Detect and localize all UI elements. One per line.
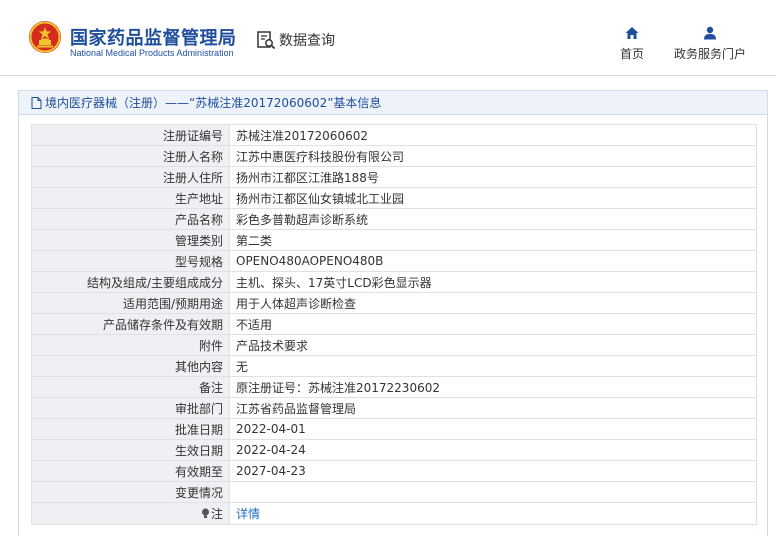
detail-panel: 境内医疗器械（注册）——“苏械注准20172060602”基本信息 注册证编号苏… <box>18 90 768 536</box>
row-label: 生产地址 <box>31 187 230 209</box>
table-row: 管理类别 第二类 <box>31 229 757 251</box>
row-value: 主机、探头、17英寸LCD彩色显示器 <box>229 271 757 293</box>
row-label: 注册证编号 <box>31 124 230 146</box>
row-value <box>229 481 757 503</box>
table-row: 批准日期 2022-04-01 <box>31 418 757 440</box>
row-label: 产品储存条件及有效期 <box>31 313 230 335</box>
panel-title-text: 境内医疗器械（注册）——“苏械注准20172060602”基本信息 <box>45 96 382 110</box>
table-row: 生产地址 扬州市江都区仙女镇城北工业园 <box>31 187 757 209</box>
row-value: 原注册证号：苏械注准20172230602 <box>229 376 757 398</box>
table-row: 注册人名称 江苏中惠医疗科技股份有限公司 <box>31 145 757 167</box>
row-label: 其他内容 <box>31 355 230 377</box>
row-value: OPENO480AOPENO480B <box>229 250 757 272</box>
row-label: 注册人住所 <box>31 166 230 188</box>
table-row: 生效日期 2022-04-24 <box>31 439 757 461</box>
row-label: 有效期至 <box>31 460 230 482</box>
row-label: 审批部门 <box>31 397 230 419</box>
site-header: 国家药品监督管理局 National Medical Products Admi… <box>0 0 776 76</box>
note-row: 注 详情 <box>31 502 757 525</box>
lightbulb-icon <box>201 508 209 518</box>
row-label: 产品名称 <box>31 208 230 230</box>
user-icon <box>704 26 716 40</box>
row-value: 江苏中惠医疗科技股份有限公司 <box>229 145 757 167</box>
row-value: 不适用 <box>229 313 757 335</box>
row-label: 型号规格 <box>31 250 230 272</box>
table-row: 产品名称 彩色多普勒超声诊断系统 <box>31 208 757 230</box>
nav-home[interactable]: 首页 <box>614 26 650 62</box>
nav-gov-service-label: 政务服务门户 <box>673 47 746 61</box>
row-value: 彩色多普勒超声诊断系统 <box>229 208 757 230</box>
table-row: 附件 产品技术要求 <box>31 334 757 356</box>
table-row: 审批部门 江苏省药品监督管理局 <box>31 397 757 419</box>
row-value: 江苏省药品监督管理局 <box>229 397 757 419</box>
row-value: 扬州市江都区仙女镇城北工业园 <box>229 187 757 209</box>
row-label: 结构及组成/主要组成成分 <box>31 271 230 293</box>
row-label: 变更情况 <box>31 481 230 503</box>
row-value: 第二类 <box>229 229 757 251</box>
row-label: 管理类别 <box>31 229 230 251</box>
row-value: 用于人体超声诊断检查 <box>229 292 757 314</box>
table-row: 注册证编号 苏械注准20172060602 <box>31 124 757 146</box>
document-icon <box>31 96 42 109</box>
table-row: 变更情况 <box>31 481 757 503</box>
row-value: 2022-04-01 <box>229 418 757 440</box>
details-link[interactable]: 详情 <box>236 507 260 521</box>
nav-gov-service[interactable]: 政务服务门户 <box>668 26 752 62</box>
data-query-label: 数据查询 <box>279 33 335 49</box>
table-row: 有效期至 2027-04-23 <box>31 460 757 482</box>
row-label: 附件 <box>31 334 230 356</box>
national-emblem-icon <box>29 21 61 53</box>
brand-name-en: National Medical Products Administration <box>70 48 234 58</box>
brand-name-cn: 国家药品监督管理局 <box>70 28 237 49</box>
note-label-cell: 注 <box>31 502 230 525</box>
row-value: 苏械注准20172060602 <box>229 124 757 146</box>
table-row: 注册人住所 扬州市江都区江淮路188号 <box>31 166 757 188</box>
row-value: 扬州市江都区江淮路188号 <box>229 166 757 188</box>
row-label: 备注 <box>31 376 230 398</box>
note-value-cell: 详情 <box>229 502 757 525</box>
data-query-link[interactable]: 数据查询 <box>256 30 335 50</box>
row-value: 2022-04-24 <box>229 439 757 461</box>
nav-home-label: 首页 <box>619 47 644 61</box>
note-label: 注 <box>210 507 223 521</box>
panel-title: 境内医疗器械（注册）——“苏械注准20172060602”基本信息 <box>19 91 767 115</box>
table-row: 其他内容无 <box>31 355 757 377</box>
table-row: 结构及组成/主要组成成分 主机、探头、17英寸LCD彩色显示器 <box>31 271 757 293</box>
row-label: 生效日期 <box>31 439 230 461</box>
table-row: 产品储存条件及有效期 不适用 <box>31 313 757 335</box>
document-search-icon <box>257 31 276 50</box>
table-row: 型号规格 OPENO480AOPENO480B <box>31 250 757 272</box>
home-icon <box>625 27 639 39</box>
row-label: 适用范围/预期用途 <box>31 292 230 314</box>
table-row: 适用范围/预期用途 用于人体超声诊断检查 <box>31 292 757 314</box>
row-label: 注册人名称 <box>31 145 230 167</box>
row-label: 批准日期 <box>31 418 230 440</box>
row-value: 产品技术要求 <box>229 334 757 356</box>
row-value: 无 <box>229 355 757 377</box>
registration-info-table: 注册证编号 苏械注准20172060602 注册人名称 江苏中惠医疗科技股份有限公司… <box>31 124 757 525</box>
table-row: 备注 原注册证号：苏械注准20172230602 <box>31 376 757 398</box>
row-value: 2027-04-23 <box>229 460 757 482</box>
